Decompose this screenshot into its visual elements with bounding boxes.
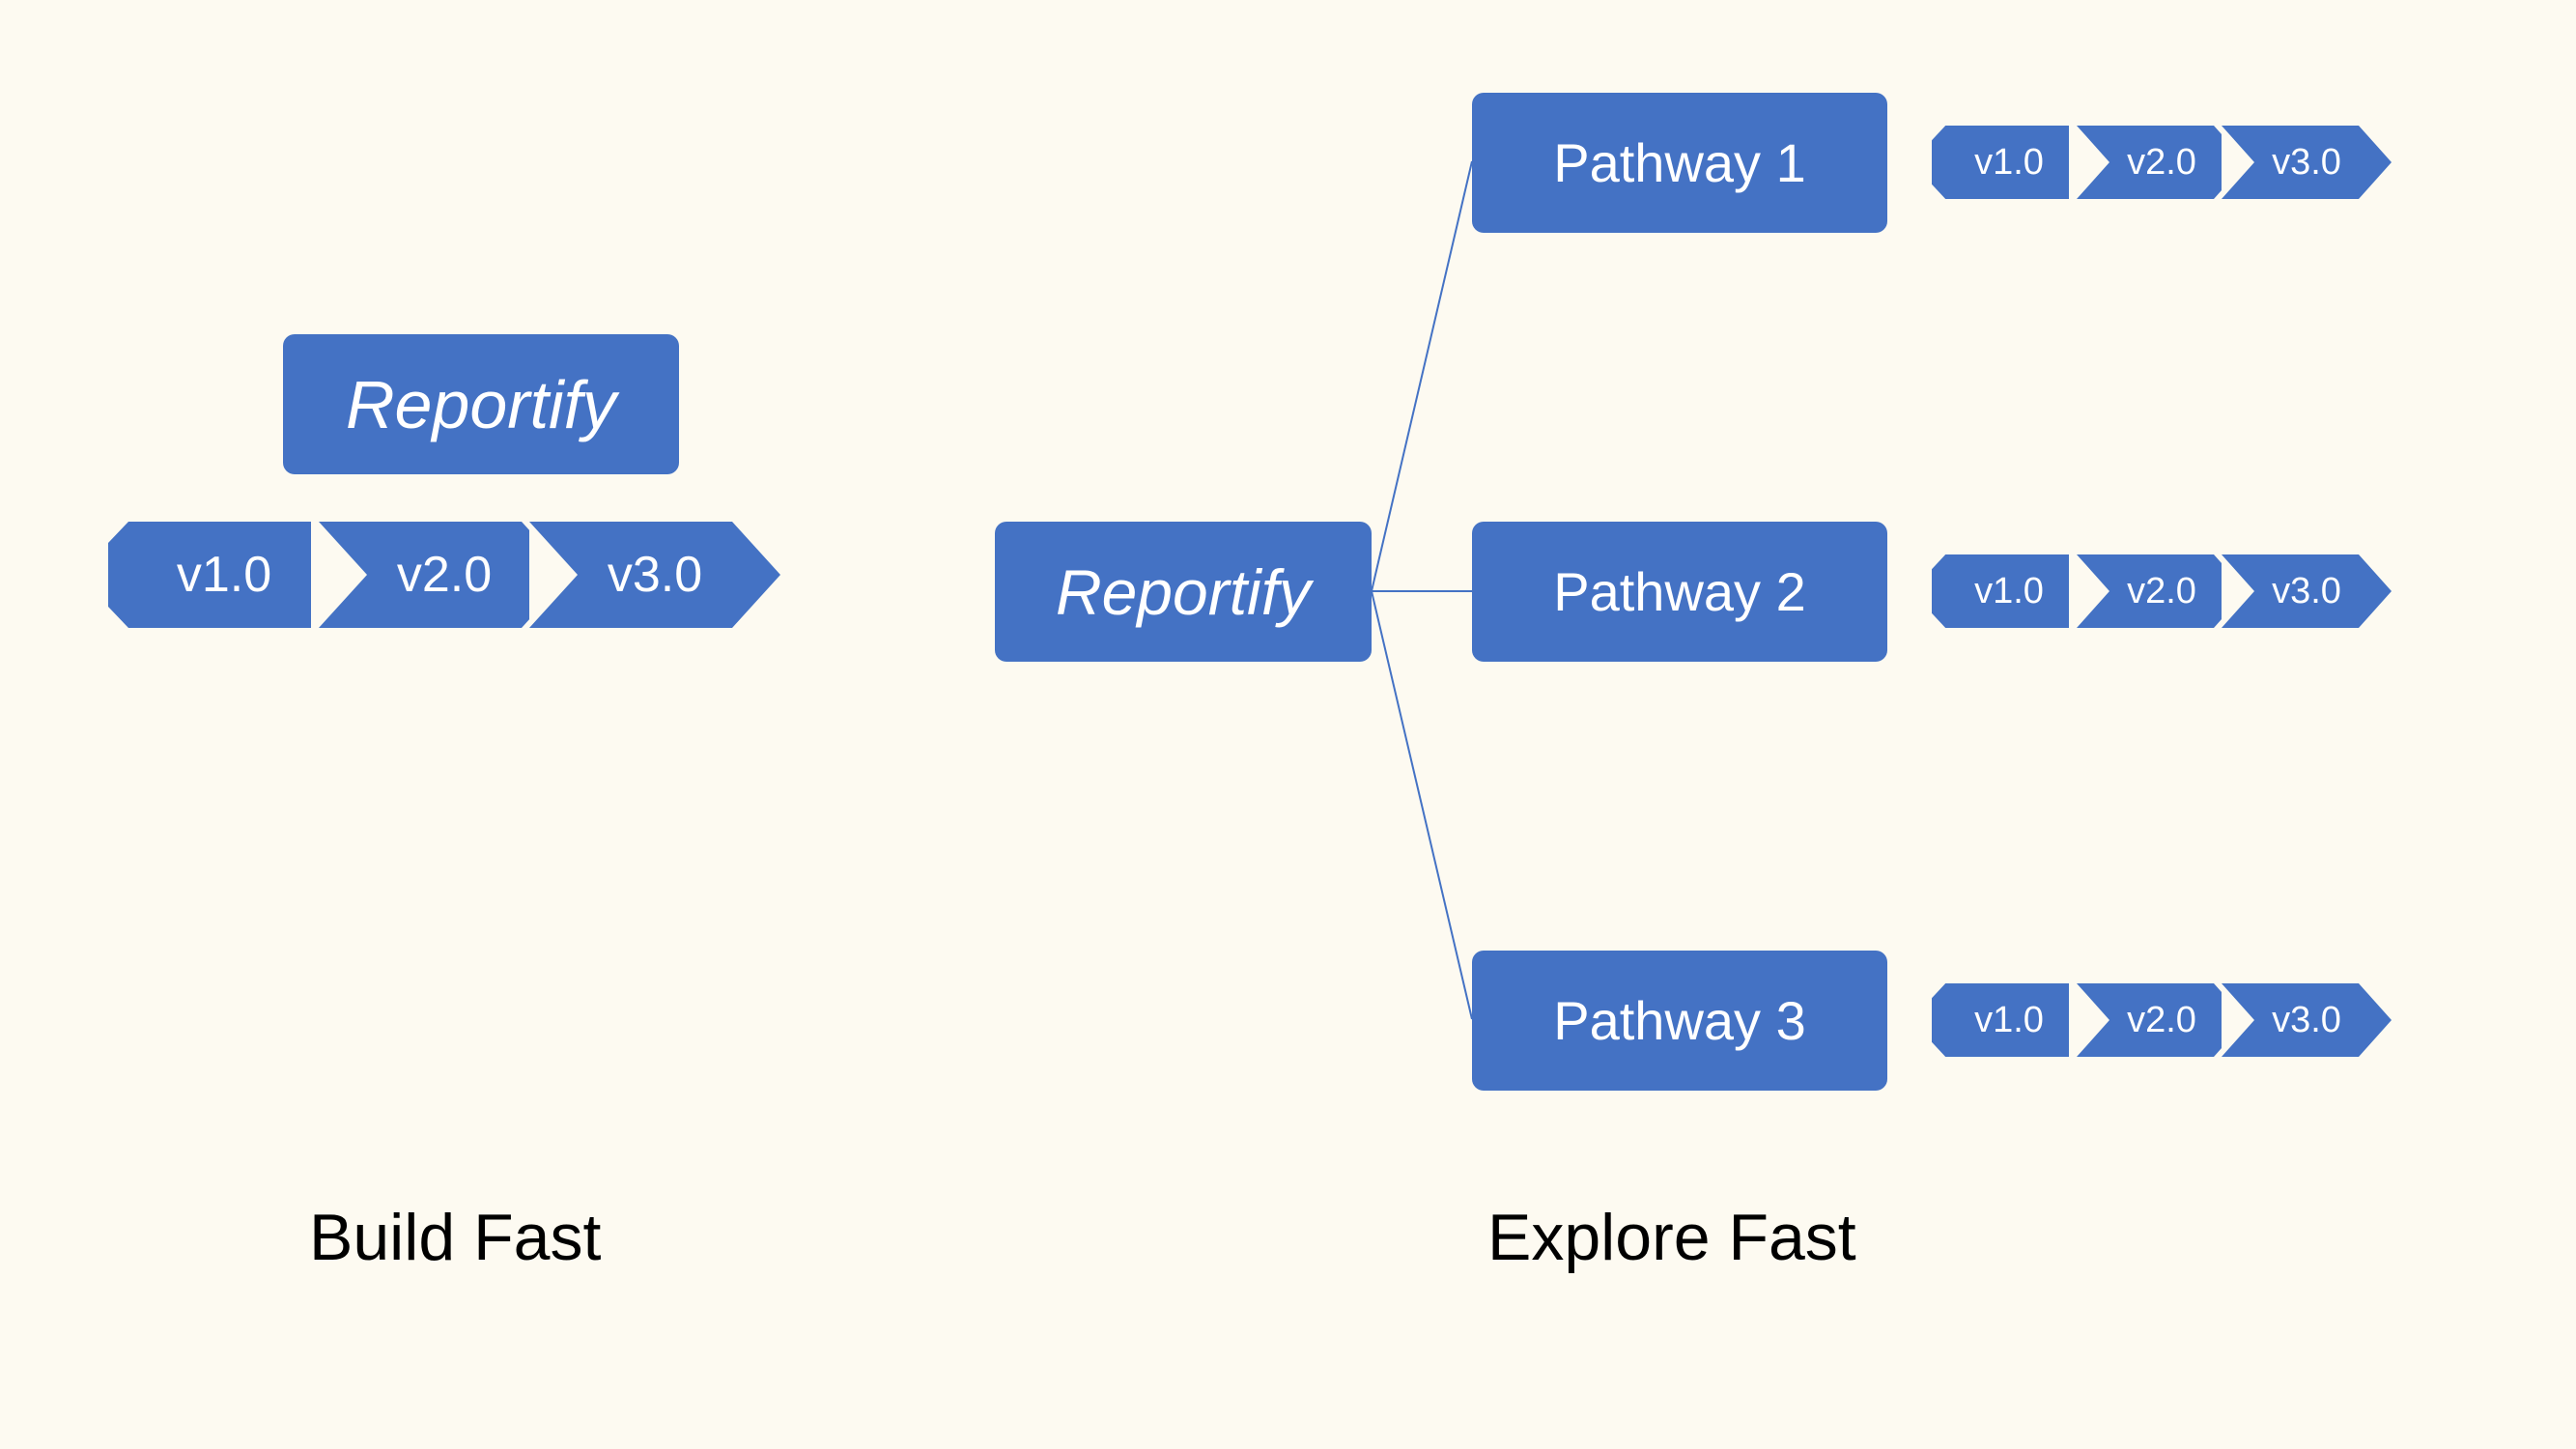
chevron-p3-v2: v2.0 bbox=[2077, 983, 2214, 1057]
pathway-1-box: Pathway 1 bbox=[1472, 93, 1887, 233]
chevron-p2-v1: v1.0 bbox=[1932, 554, 2069, 628]
left-product-label: Reportify bbox=[346, 366, 616, 443]
pathway-2-box: Pathway 2 bbox=[1472, 522, 1887, 662]
left-version-chevrons: v1.0 v2.0 v3.0 bbox=[108, 522, 740, 628]
pathway-3-box: Pathway 3 bbox=[1472, 951, 1887, 1091]
chevron-p3-v1: v1.0 bbox=[1932, 983, 2069, 1057]
chevron-p2-v3: v3.0 bbox=[2222, 554, 2359, 628]
chevron-v2: v2.0 bbox=[319, 522, 522, 628]
chevron-v3: v3.0 bbox=[529, 522, 732, 628]
chevron-p1-v3: v3.0 bbox=[2222, 126, 2359, 199]
left-product-box: Reportify bbox=[283, 334, 679, 474]
chevron-p1-v2: v2.0 bbox=[2077, 126, 2214, 199]
chevron-p3-v3: v3.0 bbox=[2222, 983, 2359, 1057]
pathway-2-versions: v1.0 v2.0 v3.0 bbox=[1932, 554, 2366, 628]
right-product-box: Reportify bbox=[995, 522, 1372, 662]
pathway-3-label: Pathway 3 bbox=[1553, 989, 1806, 1052]
pathway-3-versions: v1.0 v2.0 v3.0 bbox=[1932, 983, 2366, 1057]
pathway-2-label: Pathway 2 bbox=[1553, 560, 1806, 623]
chevron-p2-v2: v2.0 bbox=[2077, 554, 2214, 628]
chevron-p1-v1: v1.0 bbox=[1932, 126, 2069, 199]
left-caption: Build Fast bbox=[309, 1200, 601, 1275]
right-caption: Explore Fast bbox=[1487, 1200, 1856, 1275]
chevron-v1: v1.0 bbox=[108, 522, 311, 628]
pathway-1-versions: v1.0 v2.0 v3.0 bbox=[1932, 126, 2366, 199]
right-product-label: Reportify bbox=[1056, 555, 1311, 629]
pathway-1-label: Pathway 1 bbox=[1553, 131, 1806, 194]
